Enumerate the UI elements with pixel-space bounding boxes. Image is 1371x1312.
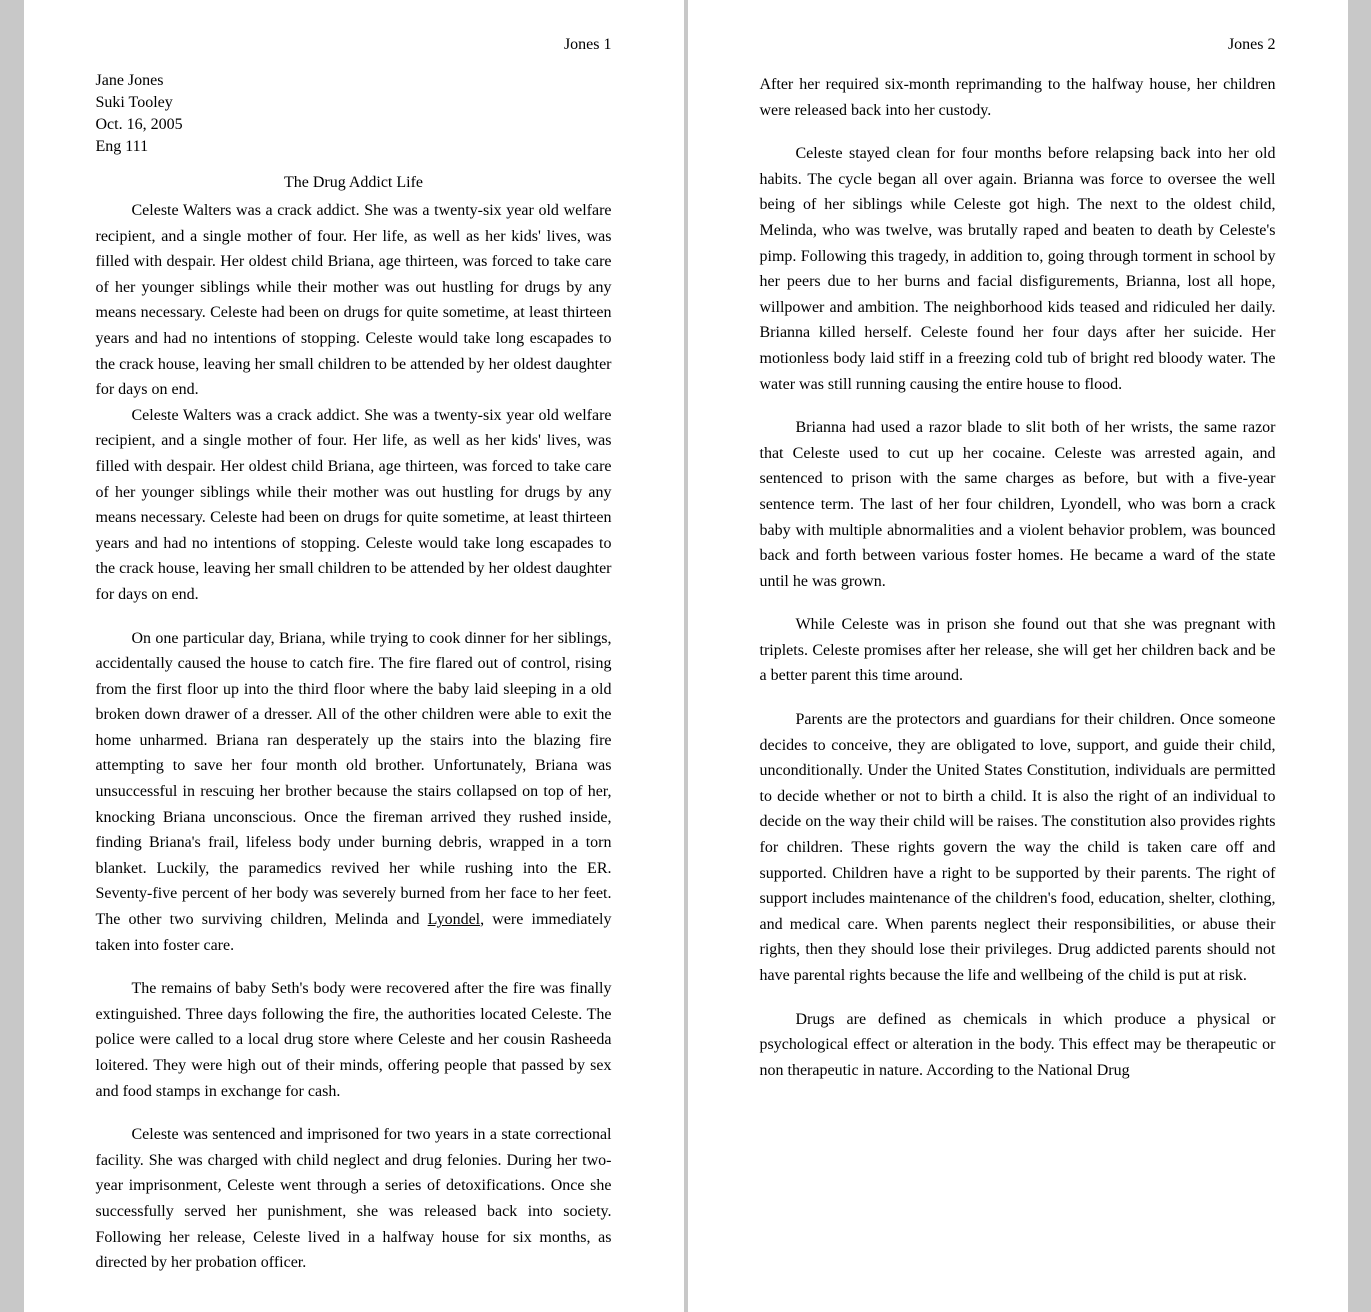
paragraph-1: Celeste Walters was a crack addict. She … — [96, 198, 612, 403]
page-2-body: After her required six-month reprimandin… — [760, 72, 1276, 1083]
paper-title: The Drug Addict Life — [96, 174, 612, 192]
underline-lyondel: Lyondel — [428, 911, 480, 928]
author-instructor: Suki Tooley — [96, 94, 612, 112]
author-course: Eng 111 — [96, 138, 612, 156]
page-2: Jones 2 After her required six-month rep… — [688, 0, 1348, 1312]
page-2-header: Jones 2 — [760, 36, 1276, 54]
page-1-body: Celeste Walters was a crack addict. She … — [96, 198, 612, 1276]
p2-paragraph-2: Celeste stayed clean for four months bef… — [760, 141, 1276, 397]
paragraph-3: On one particular day, Briana, while try… — [96, 626, 612, 959]
page-1-header: Jones 1 — [96, 36, 612, 54]
p2-paragraph-3: Brianna had used a razor blade to slit b… — [760, 415, 1276, 594]
p2-paragraph-1: After her required six-month reprimandin… — [760, 72, 1276, 123]
p2-paragraph-4: While Celeste was in prison she found ou… — [760, 612, 1276, 689]
paragraph-5: Celeste was sentenced and imprisoned for… — [96, 1122, 612, 1276]
author-name: Jane Jones — [96, 72, 612, 90]
page-1-header-text: Jones 1 — [564, 36, 612, 53]
paragraph-2: Celeste Walters was a crack addict. She … — [96, 403, 612, 608]
author-date: Oct. 16, 2005 — [96, 116, 612, 134]
page-1: Jones 1 Jane Jones Suki Tooley Oct. 16, … — [24, 0, 684, 1312]
paragraph-4: The remains of baby Seth's body were rec… — [96, 976, 612, 1104]
page-2-header-text: Jones 2 — [1228, 36, 1276, 53]
p2-paragraph-6: Drugs are defined as chemicals in which … — [760, 1007, 1276, 1084]
p2-paragraph-5: Parents are the protectors and guardians… — [760, 707, 1276, 989]
